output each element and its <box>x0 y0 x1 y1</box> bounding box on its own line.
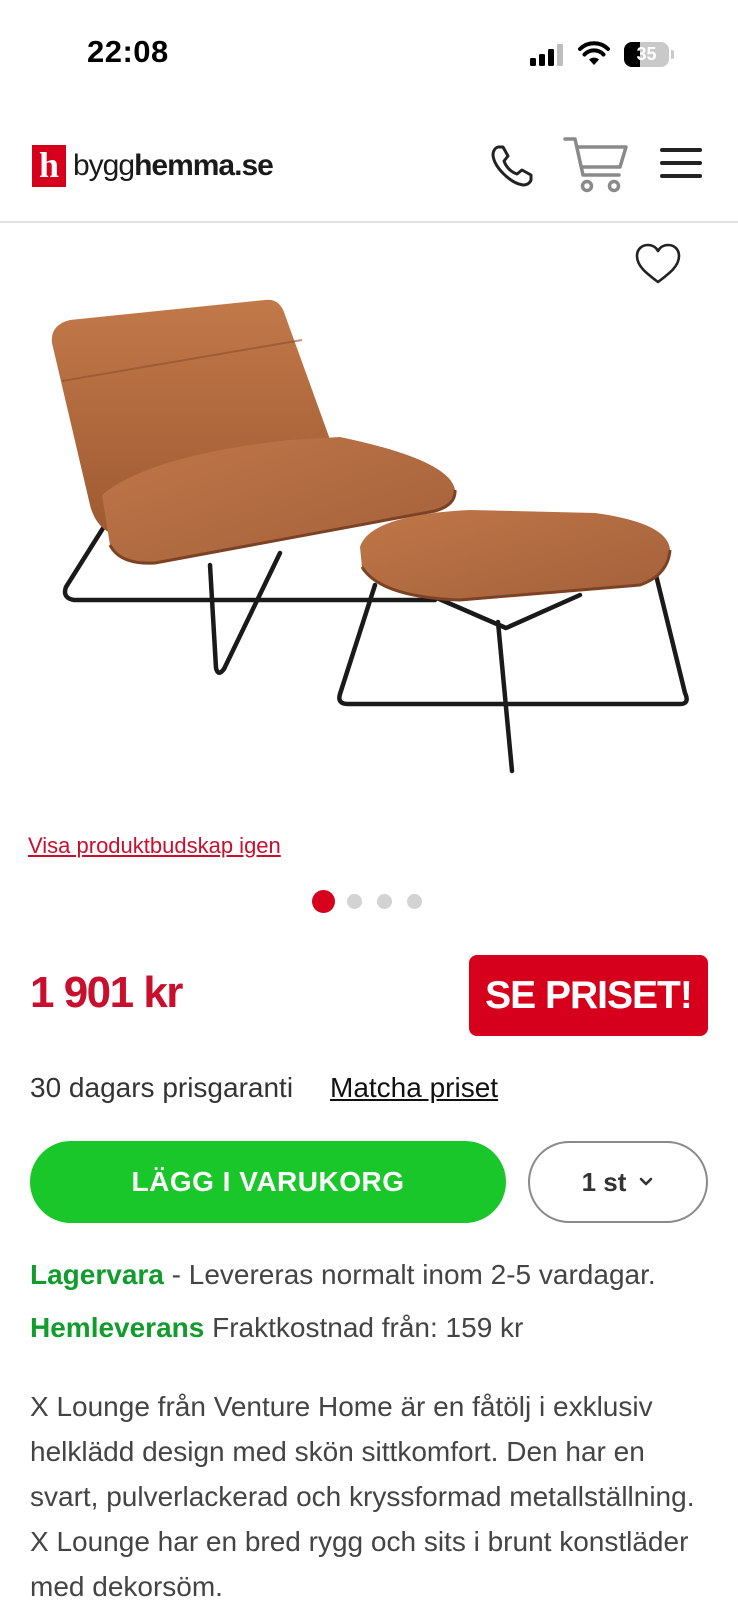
logo-text-light: bygg <box>73 149 135 182</box>
quantity-select[interactable]: 1 st <box>528 1141 708 1223</box>
site-header: h bygghemma.se <box>0 120 738 223</box>
logo-mark: h <box>32 145 66 187</box>
home-delivery-text: Fraktkostnad från: 159 kr <box>204 1312 524 1343</box>
status-time: 22:08 <box>87 34 169 69</box>
quantity-value: 1 st <box>581 1166 627 1197</box>
site-logo[interactable]: h bygghemma.se <box>32 145 274 187</box>
cart-icon[interactable] <box>563 135 629 195</box>
product-description: X Lounge från Venture Home är en fåtölj … <box>30 1391 695 1600</box>
home-delivery-label: Hemleverans <box>30 1312 205 1343</box>
show-product-message-link[interactable]: Visa produktbudskap igen <box>28 833 281 859</box>
pagination-dot[interactable] <box>347 894 362 909</box>
product-image-lounge-chair-with-ottoman[interactable] <box>40 295 710 805</box>
price-guarantee-text: 30 dagars prisgaranti <box>30 1072 294 1103</box>
hamburger-menu-icon[interactable] <box>660 146 702 180</box>
heart-icon[interactable] <box>634 242 682 286</box>
home-delivery-info: Hemleverans Fraktkostnad från: 159 kr <box>30 1312 523 1344</box>
see-price-button[interactable]: SE PRISET! <box>469 955 708 1036</box>
add-to-cart-button[interactable]: LÄGG I VARUKORG <box>30 1141 506 1223</box>
battery-level: 35 <box>636 44 657 64</box>
match-price-link[interactable]: Matcha priset <box>330 1072 498 1104</box>
stock-label: Lagervara <box>30 1259 164 1290</box>
logo-text-bold: hemma <box>134 149 235 182</box>
pagination-dot[interactable] <box>407 894 422 909</box>
stock-text: - Levereras normalt inom 2-5 vardagar. <box>163 1259 656 1290</box>
phone-icon[interactable] <box>488 142 536 190</box>
product-price: 1 901 kr <box>30 968 183 1017</box>
pagination-dot[interactable] <box>377 894 392 909</box>
chevron-down-icon <box>640 1177 653 1186</box>
cellular-signal-icon <box>530 44 566 66</box>
logo-text-suffix: .se <box>234 149 274 182</box>
battery-icon: 35 <box>624 42 674 67</box>
pagination-dot[interactable] <box>312 890 335 913</box>
wifi-icon <box>578 41 610 65</box>
logo-wordmark: bygghemma.se <box>73 149 274 183</box>
stock-status: Lagervara - Levereras normalt inom 2-5 v… <box>30 1259 656 1291</box>
gallery-pagination <box>312 890 437 913</box>
status-bar: 22:08 35 <box>0 0 738 100</box>
